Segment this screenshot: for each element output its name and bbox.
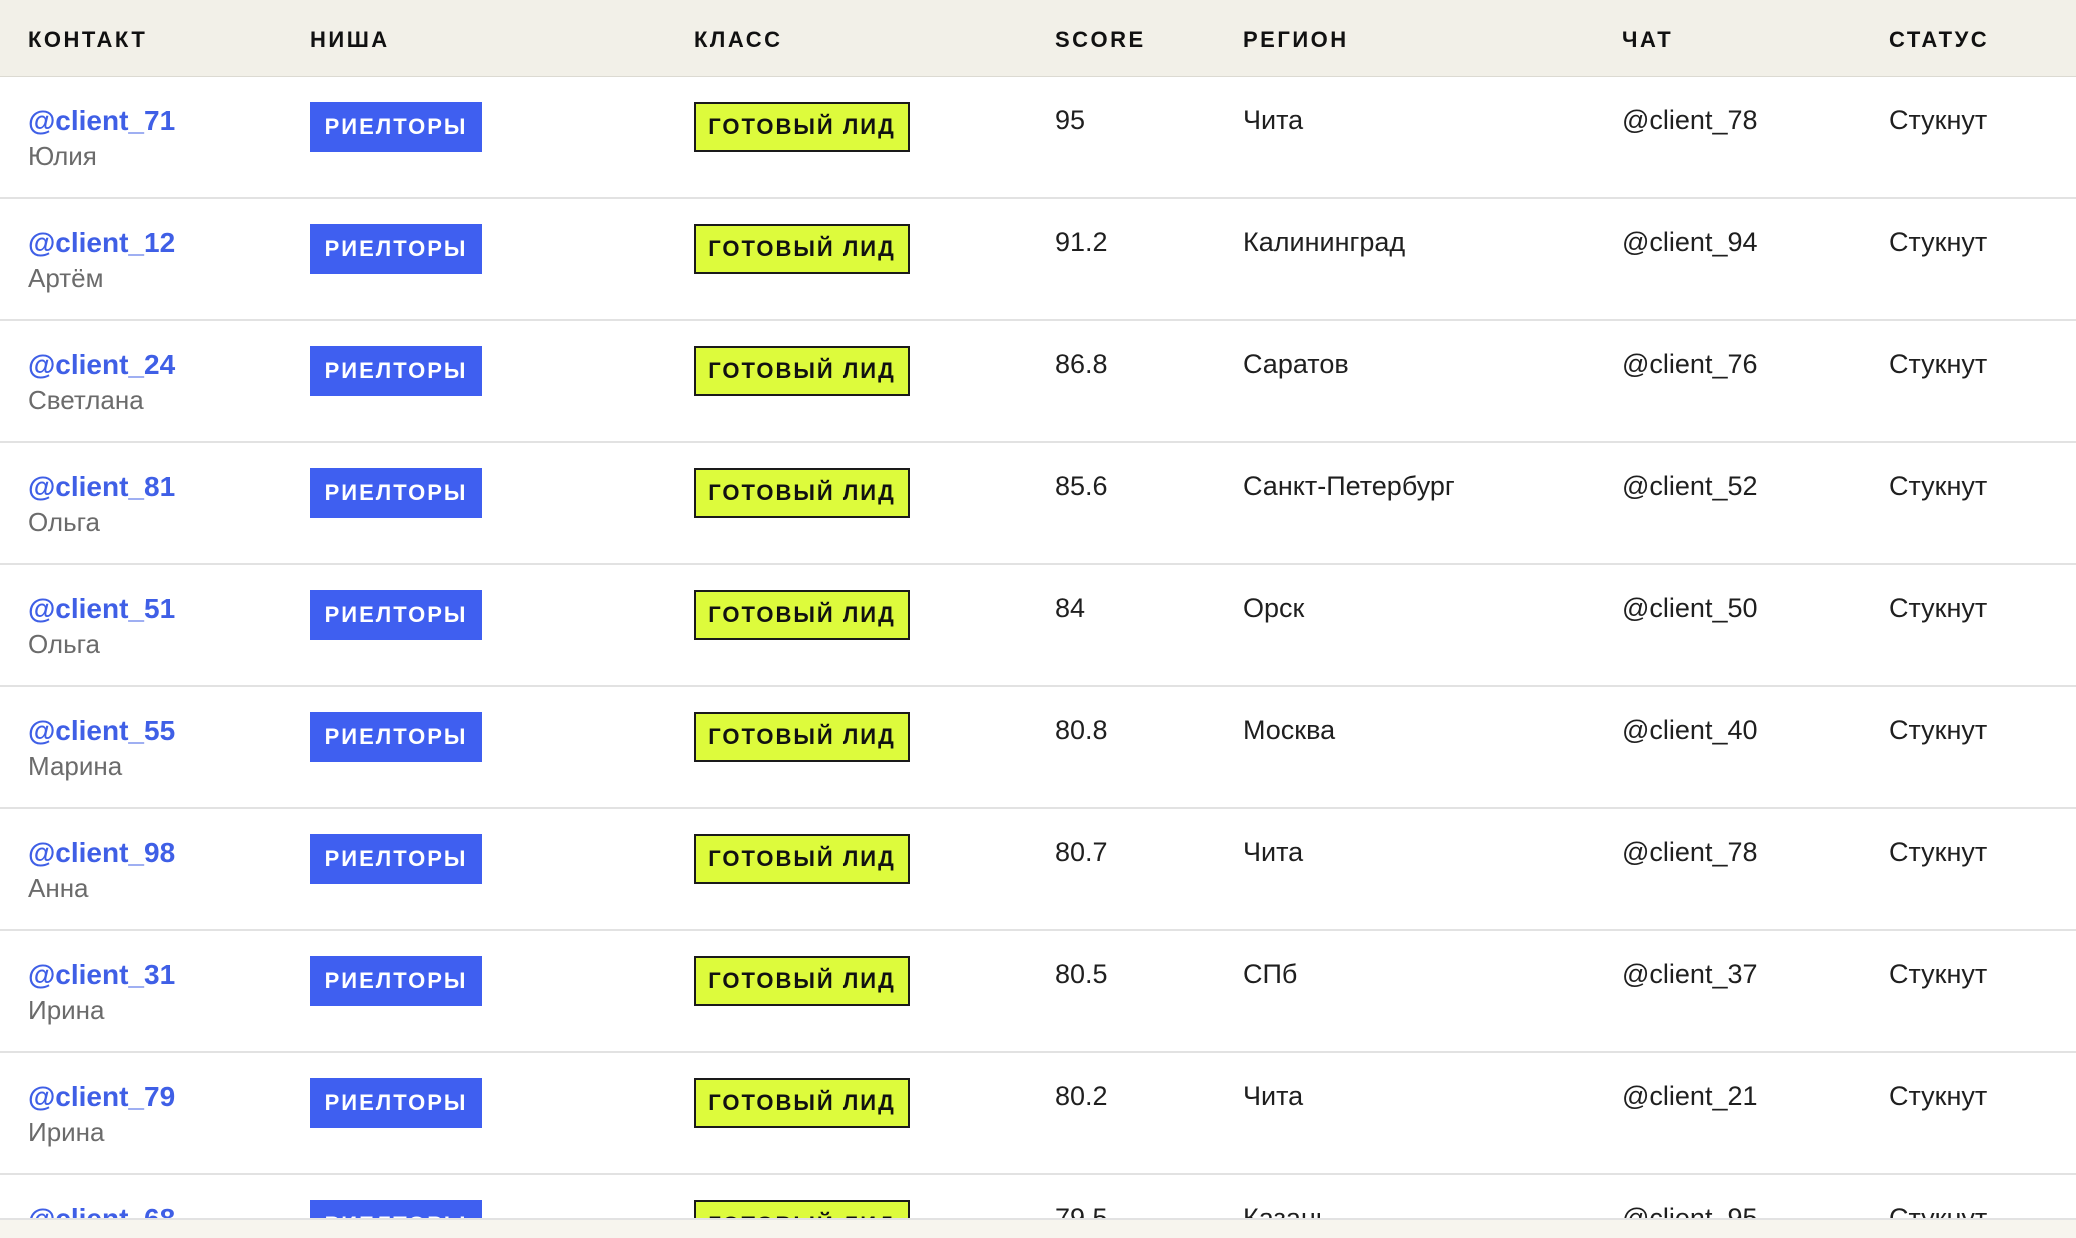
region-value: Чита [1243,105,1304,135]
class-badge: ГОТОВЫЙ ЛИД [694,346,910,396]
chat-value: @client_52 [1622,471,1758,501]
class-badge: ГОТОВЫЙ ЛИД [694,1078,910,1128]
column-header-status[interactable]: СТАТУС [1889,27,1989,53]
contact-handle-link[interactable]: @client_31 [28,959,175,991]
status-value: Стукнут [1889,715,1988,745]
niche-badge: РИЕЛТОРЫ [310,346,482,396]
score-value: 80.8 [1055,715,1108,745]
contact-handle-link[interactable]: @client_68 [28,1203,175,1218]
class-badge: ГОТОВЫЙ ЛИД [694,834,910,884]
class-badge: ГОТОВЫЙ ЛИД [694,224,910,274]
contact-handle-link[interactable]: @client_81 [28,471,175,503]
table-header: КОНТАКТ НИША КЛАСС SCORE РЕГИОН ЧАТ СТАТ… [0,0,2076,77]
chat-value: @client_40 [1622,715,1758,745]
niche-badge: РИЕЛТОРЫ [310,590,482,640]
status-value: Стукнут [1889,105,1988,135]
contact-handle-link[interactable]: @client_51 [28,593,175,625]
contact-name: Артём [28,263,104,293]
contact-handle-link[interactable]: @client_79 [28,1081,175,1113]
table-row[interactable]: @client_71 Юлия РИЕЛТОРЫ ГОТОВЫЙ ЛИД 95 Чита @… [0,77,2076,199]
status-value: Стукнут [1889,959,1988,989]
class-badge: ГОТОВЫЙ ЛИД [694,590,910,640]
table-row[interactable]: @client_31 Ирина РИЕЛТОРЫ ГОТОВЫЙ ЛИД 80.5 СП… [0,931,2076,1053]
column-header-class[interactable]: КЛАСС [694,27,782,53]
contact-name: Юлия [28,141,97,171]
niche-badge: РИЕЛТОРЫ [310,224,482,274]
niche-badge: РИЕЛТОРЫ [310,102,482,152]
score-value: 80.7 [1055,837,1108,867]
table-row[interactable]: @client_81 Ольга РИЕЛТОРЫ ГОТОВЫЙ ЛИД 85.6 Са… [0,443,2076,565]
table-row[interactable]: @client_68 РИЕЛТОРЫ ГОТОВЫЙ ЛИД 79.5 Казань @… [0,1175,2076,1218]
chat-value: @client_76 [1622,349,1758,379]
contact-name: Марина [28,751,123,781]
score-value: 86.8 [1055,349,1108,379]
chat-value: @client_50 [1622,593,1758,623]
score-value: 84 [1055,593,1086,623]
column-header-region[interactable]: РЕГИОН [1243,27,1349,53]
score-value: 80.2 [1055,1081,1108,1111]
niche-badge: РИЕЛТОРЫ [310,712,482,762]
column-header-chat[interactable]: ЧАТ [1622,27,1673,53]
class-badge: ГОТОВЫЙ ЛИД [694,1200,910,1218]
class-badge: ГОТОВЫЙ ЛИД [694,712,910,762]
contact-name: Ольга [28,507,101,537]
region-value: Калининград [1243,227,1406,257]
region-value: Москва [1243,715,1336,745]
status-value: Стукнут [1889,593,1988,623]
column-header-score[interactable]: SCORE [1055,27,1146,53]
score-value: 91.2 [1055,227,1108,257]
table-row[interactable]: @client_98 Анна РИЕЛТОРЫ ГОТОВЫЙ ЛИД 80.7 Чит… [0,809,2076,931]
leads-table: КОНТАКТ НИША КЛАСС SCORE РЕГИОН ЧАТ СТАТ… [0,0,2076,1218]
niche-badge: РИЕЛТОРЫ [310,956,482,1006]
contact-handle-link[interactable]: @client_55 [28,715,175,747]
region-value: СПб [1243,959,1298,989]
niche-badge: РИЕЛТОРЫ [310,1078,482,1128]
contact-handle-link[interactable]: @client_71 [28,105,175,137]
chat-value: @client_37 [1622,959,1758,989]
chat-value: @client_94 [1622,227,1758,257]
region-value: Казань [1243,1203,1330,1218]
contact-name: Светлана [28,385,144,415]
status-value: Стукнут [1889,837,1988,867]
status-value: Стукнут [1889,471,1988,501]
region-value: Чита [1243,837,1304,867]
contact-handle-link[interactable]: @client_98 [28,837,175,869]
chat-value: @client_21 [1622,1081,1758,1111]
region-value: Саратов [1243,349,1349,379]
chat-value: @client_78 [1622,105,1758,135]
contact-handle-link[interactable]: @client_24 [28,349,175,381]
region-value: Орск [1243,593,1305,623]
score-value: 80.5 [1055,959,1108,989]
table-row[interactable]: @client_51 Ольга РИЕЛТОРЫ ГОТОВЫЙ ЛИД 84 Орск… [0,565,2076,687]
chat-value: @client_95 [1622,1203,1758,1218]
niche-badge: РИЕЛТОРЫ [310,1200,482,1218]
column-header-contact[interactable]: КОНТАКТ [28,27,147,53]
table-row[interactable]: @client_79 Ирина РИЕЛТОРЫ ГОТОВЫЙ ЛИД 80.2 Чи… [0,1053,2076,1175]
niche-badge: РИЕЛТОРЫ [310,468,482,518]
score-value: 85.6 [1055,471,1108,501]
status-value: Стукнут [1889,1081,1988,1111]
table-row[interactable]: @client_55 Марина РИЕЛТОРЫ ГОТОВЫЙ ЛИД 80.8 М… [0,687,2076,809]
table-row[interactable]: @client_24 Светлана РИЕЛТОРЫ ГОТОВЫЙ ЛИД 86.… [0,321,2076,443]
contact-name: Анна [28,873,89,903]
class-badge: ГОТОВЫЙ ЛИД [694,468,910,518]
contact-name: Ольга [28,629,101,659]
niche-badge: РИЕЛТОРЫ [310,834,482,884]
region-value: Чита [1243,1081,1304,1111]
contact-name: Ирина [28,995,105,1025]
column-header-niche[interactable]: НИША [310,27,390,53]
status-value: Стукнут [1889,1203,1988,1218]
status-value: Стукнут [1889,349,1988,379]
score-value: 79.5 [1055,1203,1108,1218]
class-badge: ГОТОВЫЙ ЛИД [694,102,910,152]
table-footer [0,1218,2076,1238]
chat-value: @client_78 [1622,837,1758,867]
score-value: 95 [1055,105,1086,135]
contact-handle-link[interactable]: @client_12 [28,227,175,259]
region-value: Санкт-Петербург [1243,471,1455,501]
class-badge: ГОТОВЫЙ ЛИД [694,956,910,1006]
status-value: Стукнут [1889,227,1988,257]
contact-name: Ирина [28,1117,105,1147]
table-row[interactable]: @client_12 Артём РИЕЛТОРЫ ГОТОВЫЙ ЛИД 91.2 Ка… [0,199,2076,321]
